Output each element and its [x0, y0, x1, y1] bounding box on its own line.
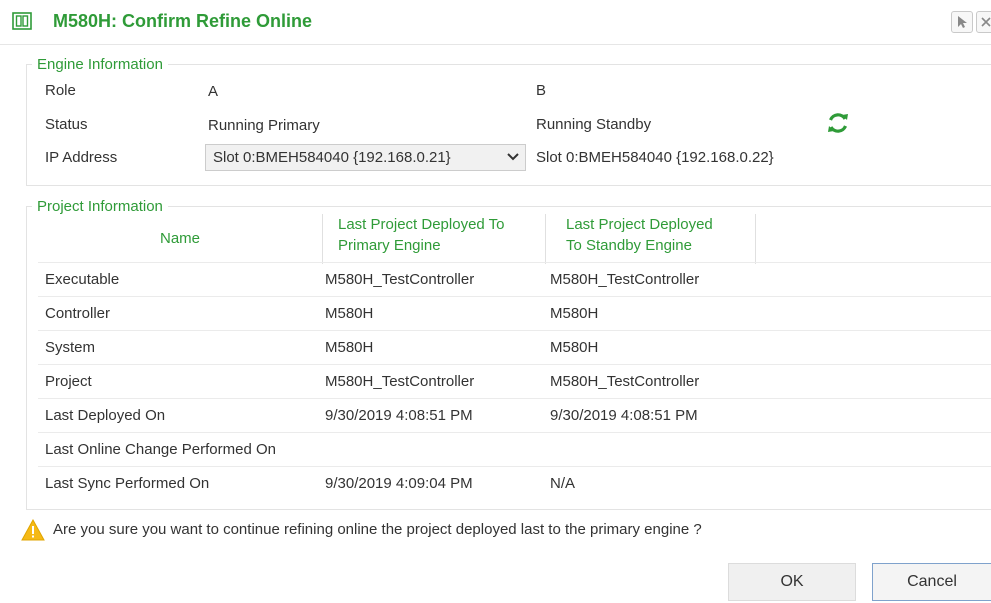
column-header-standby-line2: To Standby Engine — [566, 237, 692, 254]
row-standby-value: M580H — [550, 305, 599, 322]
row-primary-value: M580H — [325, 305, 374, 322]
role-label: Role — [45, 82, 76, 99]
engine-information-legend: Engine Information — [37, 56, 163, 73]
column-header-primary-line1: Last Project Deployed To — [338, 216, 505, 233]
row-name: Last Online Change Performed On — [45, 441, 276, 458]
ip-address-select-value: Slot 0:BMEH584040 {192.168.0.21} — [213, 149, 451, 166]
status-a-value: Running Primary — [208, 117, 320, 134]
project-information-legend: Project Information — [37, 198, 163, 215]
column-header-standby[interactable]: Last Project Deployed To Standby Engine — [566, 214, 756, 264]
column-separator — [755, 214, 756, 264]
row-primary-value: M580H_TestController — [325, 373, 475, 390]
row-name: System — [45, 339, 96, 356]
row-primary-value: 9/30/2019 4:09:04 PM — [325, 475, 473, 492]
close-icon — [981, 17, 991, 27]
warning-message: Are you sure you want to continue refini… — [53, 521, 702, 538]
warning-icon — [21, 518, 45, 541]
dialog-title: M580H: Confirm Refine Online — [53, 11, 313, 31]
table-row[interactable]: Last Deployed On 9/30/2019 4:08:51 PM 9/… — [38, 399, 991, 433]
row-name: Last Deployed On — [45, 407, 166, 424]
table-row[interactable]: Executable M580H_TestController M580H_Te… — [38, 263, 991, 297]
column-separator — [545, 214, 546, 264]
row-standby-value: M580H_TestController — [550, 373, 700, 390]
table-row[interactable]: Project M580H_TestController M580H_TestC… — [38, 365, 991, 399]
hsby-dialog-icon — [12, 12, 32, 30]
ip-address-label: IP Address — [45, 149, 118, 166]
ip-address-select[interactable]: Slot 0:BMEH584040 {192.168.0.21} — [205, 144, 526, 171]
row-primary-value: M580H — [325, 339, 374, 356]
row-name: Project — [45, 373, 92, 390]
role-a-value: A — [208, 83, 219, 100]
row-primary-value: 9/30/2019 4:08:51 PM — [325, 407, 473, 424]
ok-button[interactable]: OK — [728, 563, 856, 601]
row-name: Last Sync Performed On — [45, 475, 210, 492]
refresh-icon — [828, 113, 848, 133]
pointer-icon — [958, 16, 967, 28]
table-row[interactable]: Last Sync Performed On 9/30/2019 4:09:04… — [38, 467, 991, 501]
pointer-button[interactable] — [951, 11, 973, 33]
column-header-primary-line2: Primary Engine — [338, 237, 441, 254]
row-standby-value: 9/30/2019 4:08:51 PM — [550, 407, 698, 424]
column-header-name-text: Name — [159, 230, 200, 247]
row-standby-value: M580H — [550, 339, 599, 356]
column-header-standby-line1: Last Project Deployed — [566, 216, 713, 233]
status-label: Status — [45, 116, 88, 133]
cancel-button[interactable]: Cancel — [872, 563, 991, 601]
row-name: Controller — [45, 305, 111, 322]
column-separator — [322, 214, 323, 264]
table-row[interactable]: Last Online Change Performed On — [38, 433, 991, 467]
chevron-down-icon — [507, 153, 519, 161]
column-header-primary[interactable]: Last Project Deployed To Primary Engine — [338, 214, 543, 264]
close-button[interactable] — [976, 11, 991, 33]
row-name: Executable — [45, 271, 120, 288]
status-b-value: Running Standby — [536, 116, 652, 133]
row-standby-value: M580H_TestController — [550, 271, 700, 288]
row-primary-value: M580H_TestController — [325, 271, 475, 288]
column-header-name[interactable]: Name — [38, 214, 322, 264]
ip-address-b-value: Slot 0:BMEH584040 {192.168.0.22} — [536, 149, 774, 166]
dialog-title-bar: M580H: Confirm Refine Online — [0, 0, 991, 45]
table-row[interactable]: System M580H M580H — [38, 331, 991, 365]
row-standby-value: N/A — [550, 475, 576, 492]
role-b-value: B — [536, 82, 547, 99]
table-row[interactable]: Controller M580H M580H — [38, 297, 991, 331]
refresh-button[interactable] — [825, 110, 851, 136]
